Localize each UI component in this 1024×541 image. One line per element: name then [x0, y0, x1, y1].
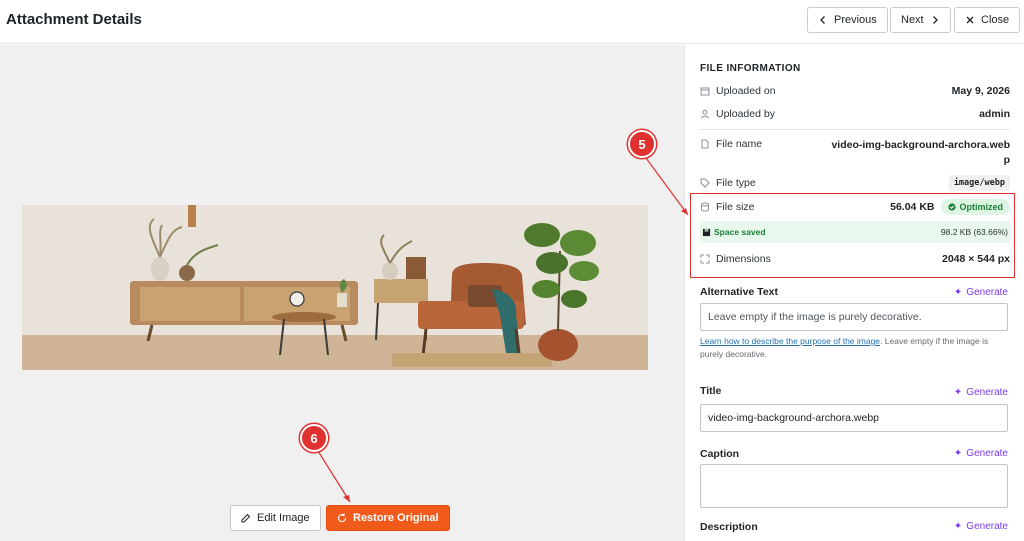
modal-header: Attachment Details Previous Next Close: [0, 0, 1024, 44]
uploaded-on-value: May 9, 2026: [951, 85, 1010, 97]
caption-label: Caption: [700, 448, 740, 460]
alt-help-link[interactable]: Learn how to describe the purpose of the…: [700, 336, 880, 346]
tag-icon: [700, 178, 710, 188]
generate-label: Generate: [966, 448, 1008, 459]
refresh-icon: [337, 513, 347, 523]
caption-generate-button[interactable]: ✦ Generate: [954, 448, 1008, 459]
description-generate-button[interactable]: ✦ Generate: [954, 521, 1008, 532]
file-name-row: File name video-img-background-archora.w…: [700, 138, 1010, 168]
title-value: video-img-background-archora.webp: [708, 412, 880, 424]
next-label: Next: [901, 14, 924, 26]
title-label: Title: [700, 385, 722, 397]
caption-textarea[interactable]: [700, 464, 1008, 508]
attachment-image: [22, 205, 648, 370]
edit-image-button[interactable]: Edit Image: [230, 505, 321, 531]
uploaded-by-row: Uploaded by admin: [700, 108, 1010, 120]
alt-generate-button[interactable]: ✦ Generate: [954, 287, 1008, 298]
file-information-heading: FILE INFORMATION: [700, 63, 801, 74]
alt-text-input[interactable]: Leave empty if the image is purely decor…: [700, 303, 1008, 331]
next-button[interactable]: Next: [890, 7, 951, 33]
file-type-row: File type image/webp: [700, 175, 1010, 191]
close-icon: [966, 16, 974, 24]
previous-button[interactable]: Previous: [807, 7, 888, 33]
file-name-value: video-img-background-archora.web p: [831, 138, 1010, 168]
title-input[interactable]: video-img-background-archora.webp: [700, 404, 1008, 432]
file-type-label: File type: [716, 177, 756, 189]
edit-image-label: Edit Image: [257, 512, 310, 524]
file-icon: [700, 139, 710, 149]
sparkle-icon: ✦: [953, 287, 963, 298]
file-type-value: image/webp: [948, 175, 1010, 191]
close-button[interactable]: Close: [954, 7, 1021, 33]
callout-marker-6: 6: [300, 424, 328, 452]
close-label: Close: [981, 14, 1010, 26]
restore-original-button[interactable]: Restore Original: [326, 505, 450, 531]
chevron-right-icon: [932, 16, 938, 24]
generate-label: Generate: [966, 287, 1008, 298]
alt-help-text: Learn how to describe the purpose of the…: [700, 335, 1010, 361]
uploaded-on-row: Uploaded on May 9, 2026: [700, 85, 1010, 97]
previous-label: Previous: [834, 14, 877, 26]
sparkle-icon: ✦: [953, 448, 963, 459]
alt-text-placeholder: Leave empty if the image is purely decor…: [708, 311, 922, 323]
details-sidebar: FILE INFORMATION Uploaded on May 9, 2026…: [684, 45, 1024, 541]
callout-marker-5: 5: [628, 130, 656, 158]
divider: [700, 129, 1010, 130]
file-name-line-2: p: [1003, 154, 1010, 166]
file-name-label: File name: [716, 138, 763, 150]
uploaded-by-label: Uploaded by: [716, 108, 775, 120]
edit-icon: [241, 513, 251, 523]
sparkle-icon: ✦: [953, 521, 963, 532]
title-generate-button[interactable]: ✦ Generate: [954, 387, 1008, 398]
alt-text-label: Alternative Text: [700, 286, 778, 298]
uploaded-by-value: admin: [979, 108, 1010, 120]
generate-label: Generate: [966, 521, 1008, 532]
highlight-box: [690, 193, 1015, 278]
restore-original-label: Restore Original: [353, 512, 439, 524]
calendar-icon: [700, 86, 710, 96]
uploaded-on-label: Uploaded on: [716, 85, 776, 97]
generate-label: Generate: [966, 387, 1008, 398]
file-name-line-1: video-img-background-archora.web: [831, 139, 1010, 151]
chevron-left-icon: [820, 16, 825, 24]
page-title: Attachment Details: [6, 11, 142, 28]
description-label: Description: [700, 521, 758, 533]
user-icon: [700, 109, 710, 119]
sparkle-icon: ✦: [953, 387, 963, 398]
